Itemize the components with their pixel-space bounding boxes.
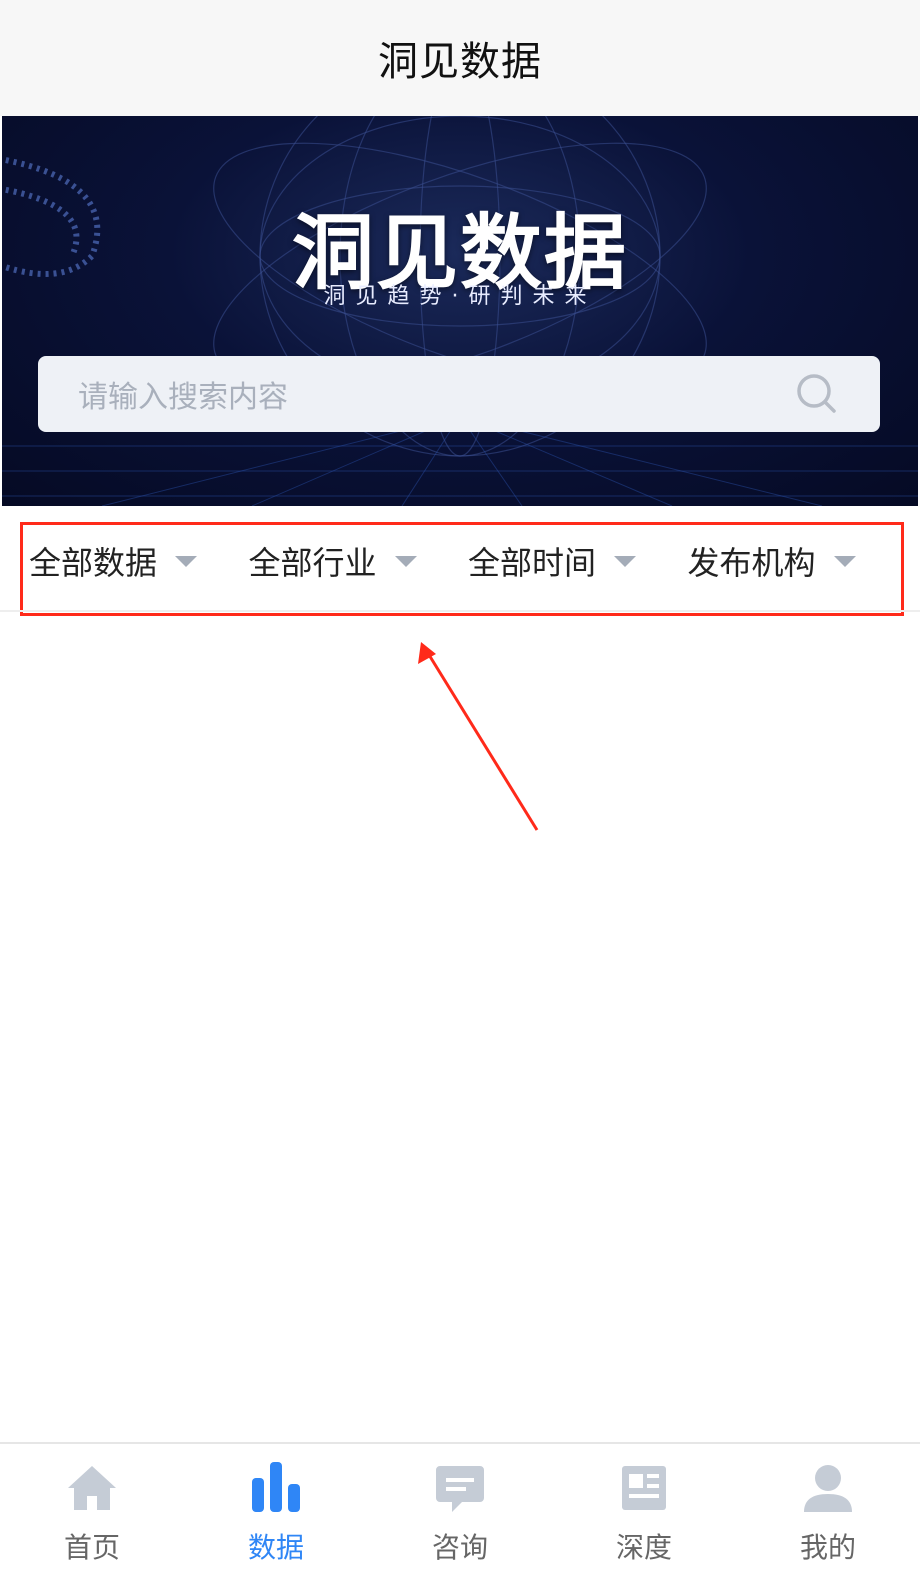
- search-bar[interactable]: 请输入搜索内容: [38, 356, 880, 432]
- article-icon: [622, 1466, 666, 1510]
- tab-profile[interactable]: 我的: [736, 1444, 920, 1578]
- hero-banner: 洞见数据 洞见趋势·研判未来 请输入搜索内容: [2, 116, 918, 506]
- filter-divider: [0, 610, 920, 612]
- filter-industry[interactable]: 全部行业: [243, 537, 463, 585]
- tab-home[interactable]: 首页: [0, 1444, 184, 1578]
- bottom-tab-bar: 首页 数据 咨询 深度 我的: [0, 1442, 920, 1578]
- page-title: 洞见数据: [378, 39, 542, 85]
- search-icon[interactable]: [794, 371, 840, 417]
- tab-label: 我的: [799, 1531, 856, 1564]
- tab-label: 首页: [63, 1531, 120, 1564]
- bar-chart-icon: [252, 1462, 300, 1512]
- chat-icon: [436, 1466, 484, 1512]
- caret-down-icon: [175, 555, 198, 567]
- home-icon: [68, 1466, 116, 1510]
- nav-header: 洞见数据: [0, 0, 920, 116]
- tab-label: 数据: [247, 1531, 304, 1564]
- caret-down-icon: [394, 555, 417, 567]
- filter-data-type[interactable]: 全部数据: [23, 537, 243, 585]
- filter-label: 全部行业: [248, 544, 377, 582]
- tab-label: 咨询: [431, 1531, 488, 1564]
- app-screen: 洞见数据 洞见数据 洞见趋势·研判未来 请输入搜索内容 全部数据 全部行业 全部…: [0, 0, 920, 1578]
- filter-label: 发布机构: [687, 544, 816, 582]
- tab-data[interactable]: 数据: [184, 1444, 368, 1578]
- filter-label: 全部数据: [29, 544, 158, 582]
- caret-down-icon: [833, 555, 856, 567]
- banner-globe-graphic: [2, 116, 918, 506]
- filter-bar: 全部数据 全部行业 全部时间 发布机构: [20, 522, 904, 616]
- search-placeholder: 请输入搜索内容: [78, 380, 288, 415]
- filter-publisher[interactable]: 发布机构: [682, 537, 902, 585]
- filter-time[interactable]: 全部时间: [462, 537, 682, 585]
- caret-down-icon: [614, 555, 637, 567]
- banner-slogan: 洞见趋势·研判未来: [323, 284, 597, 309]
- tab-label: 深度: [615, 1531, 672, 1564]
- tab-depth[interactable]: 深度: [552, 1444, 736, 1578]
- user-icon: [804, 1465, 852, 1512]
- filter-label: 全部时间: [468, 544, 597, 582]
- tab-consult[interactable]: 咨询: [368, 1444, 552, 1578]
